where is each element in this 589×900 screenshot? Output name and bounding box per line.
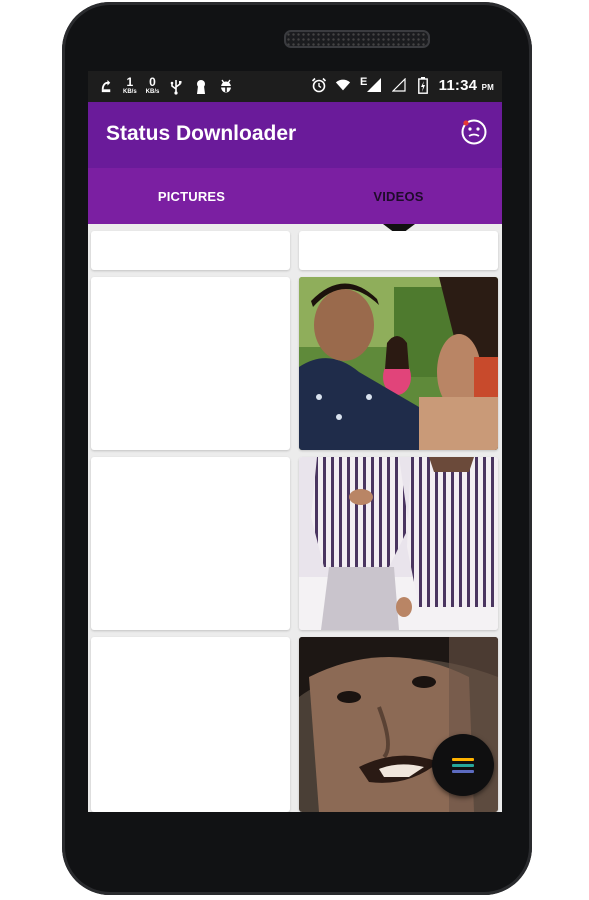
upload-speed-value: 1 xyxy=(126,75,134,89)
grid-tile-empty[interactable] xyxy=(299,231,498,270)
grid-tile-empty[interactable] xyxy=(91,457,290,630)
grid-tile-empty[interactable] xyxy=(91,637,290,812)
notification-icon xyxy=(98,78,114,96)
menu-fab[interactable] xyxy=(432,734,494,796)
app-title: Status Downloader xyxy=(106,122,297,145)
android-debug-icon xyxy=(218,78,234,96)
speaker-grille xyxy=(284,30,430,48)
alarm-icon xyxy=(311,76,327,94)
tab-pictures[interactable]: PICTURES xyxy=(88,168,295,224)
device-screen: 1 KB/s 0 KB/s E 11:34 PM Status Download… xyxy=(88,71,502,812)
clock-ampm: PM xyxy=(481,82,494,92)
video-thumbnail-couple[interactable] xyxy=(299,277,498,450)
network-type-label: E xyxy=(360,76,368,88)
tab-bar: PICTURES VIDEOS xyxy=(88,168,502,224)
usb-icon xyxy=(168,78,184,96)
clock-time: 11:34 xyxy=(438,76,478,94)
fab-line-1 xyxy=(452,757,474,761)
tab-videos[interactable]: VIDEOS xyxy=(295,168,502,224)
wifi-icon xyxy=(335,76,351,94)
emoji-face-icon[interactable] xyxy=(460,118,488,146)
download-speed-unit: KB/s xyxy=(145,89,160,95)
grid-tile-empty[interactable] xyxy=(91,231,290,270)
video-thumbnail-striped-shirts[interactable] xyxy=(299,457,498,630)
mobile-signal-icon: E xyxy=(359,76,383,94)
download-speed: 0 KB/s xyxy=(146,76,160,97)
keyhole-icon xyxy=(193,78,209,96)
fab-line-3 xyxy=(452,769,474,773)
fab-line-2 xyxy=(452,763,474,767)
grid-tile-empty[interactable] xyxy=(91,277,290,450)
upload-speed-unit: KB/s xyxy=(123,89,137,95)
battery-icon xyxy=(415,76,431,94)
status-bar: 1 KB/s 0 KB/s E 11:34 PM xyxy=(88,71,502,102)
signal-empty-icon xyxy=(391,76,407,94)
upload-speed: 1 KB/s xyxy=(123,76,137,97)
clock: 11:34 PM xyxy=(439,77,494,94)
app-bar: Status Downloader xyxy=(88,102,502,168)
download-speed-value: 0 xyxy=(149,75,156,89)
